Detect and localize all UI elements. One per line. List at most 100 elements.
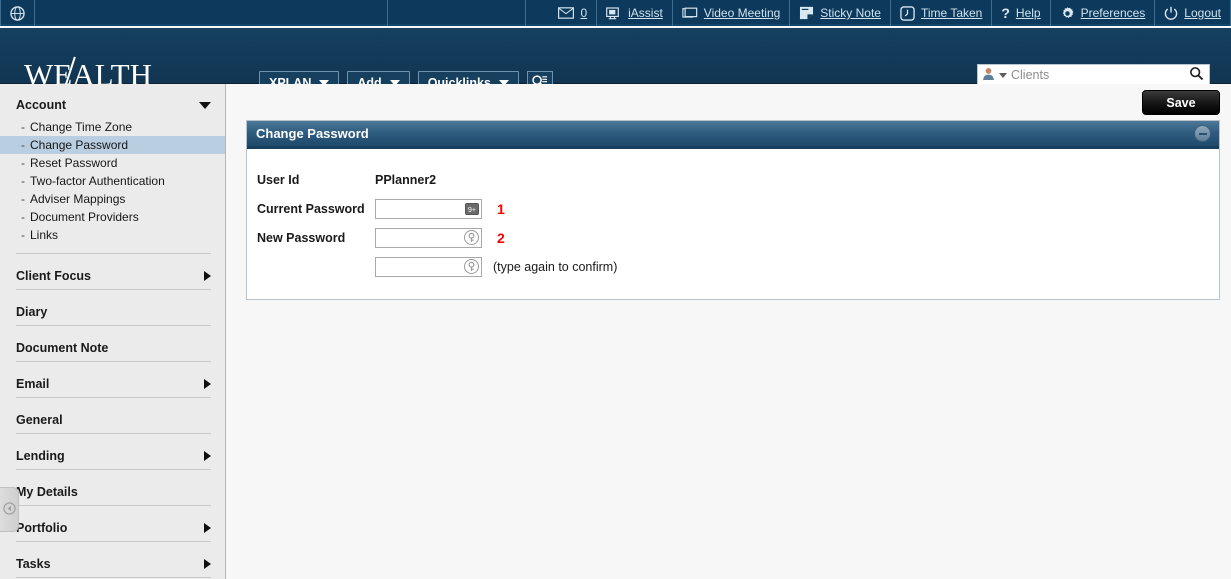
search-scope-chevron-down-icon[interactable] — [999, 72, 1007, 78]
bullet-dash-icon: - — [21, 174, 25, 188]
sidebar-group-label-diary: Diary — [16, 305, 48, 319]
globe-icon — [10, 5, 25, 21]
sidebar-item-label: Adviser Mappings — [30, 192, 126, 206]
sidebar-divider — [16, 469, 211, 470]
bullet-dash-icon: - — [21, 228, 25, 242]
row-new-password: New Password 2 — [247, 223, 1219, 252]
sidebar-group-portfolio[interactable]: Portfolio — [16, 515, 211, 541]
sidebar-item-label: Two-factor Authentication — [30, 174, 165, 188]
bullet-dash-icon: - — [21, 210, 25, 224]
mail-button[interactable]: 0 — [549, 0, 598, 26]
iassist-button[interactable]: iAssist — [597, 0, 673, 26]
chevron-right-icon — [204, 379, 211, 389]
topbar-flex-gap — [526, 0, 549, 24]
panel-body: User Id PPlanner2 Current Password 9+ 1 … — [247, 149, 1219, 299]
iassist-label[interactable]: iAssist — [628, 6, 663, 20]
sidebar-group-label-lending: Lending — [16, 449, 65, 463]
sidebar-item-label: Change Time Zone — [30, 120, 133, 134]
help-label[interactable]: Help — [1016, 6, 1041, 20]
sidebar-group-diary[interactable]: Diary — [16, 299, 211, 325]
page-root: 0 iAssist Video Meeting Sticky Note Time… — [0, 0, 1231, 579]
home-globe-button[interactable] — [0, 0, 35, 26]
sidebar-group-client-focus[interactable]: Client Focus — [16, 263, 211, 289]
sidebar-item-two-factor-authentication[interactable]: - Two-factor Authentication — [0, 172, 225, 190]
person-icon — [982, 67, 995, 84]
time-taken-button[interactable]: Time Taken — [891, 0, 993, 26]
sticky-note-button[interactable]: Sticky Note — [790, 0, 891, 26]
preferences-label[interactable]: Preferences — [1081, 6, 1146, 20]
sidebar-group-label-portfolio: Portfolio — [16, 521, 68, 535]
sidebar-divider — [16, 505, 211, 506]
sidebar-item-label: Document Providers — [30, 210, 139, 224]
confirm-password-input[interactable] — [375, 256, 482, 277]
sidebar-item-document-providers[interactable]: - Document Providers — [0, 208, 225, 226]
preferences-button[interactable]: Preferences — [1051, 0, 1156, 26]
new-password-input[interactable] — [375, 227, 482, 248]
video-meeting-label[interactable]: Video Meeting — [704, 6, 781, 20]
envelope-icon — [558, 7, 575, 19]
current-password-input[interactable]: 9+ — [375, 198, 482, 219]
time-taken-label[interactable]: Time Taken — [921, 6, 982, 20]
sidebar-list: Account - Change Time Zone - Change Pass… — [0, 92, 225, 579]
sidebar-group-my-details[interactable]: My Details — [16, 479, 211, 505]
password-manager-icon[interactable]: 9+ — [465, 202, 479, 215]
panel-header: Change Password — [247, 121, 1219, 149]
search-input[interactable]: Clients — [1011, 68, 1185, 82]
sidebar-divider — [16, 397, 211, 398]
row-confirm-password: (type again to confirm) — [247, 252, 1219, 281]
sidebar-group-label-client-focus: Client Focus — [16, 269, 92, 283]
magnifier-icon[interactable] — [1189, 66, 1204, 84]
key-circle-icon[interactable] — [464, 230, 479, 245]
sidebar-item-change-password[interactable]: - Change Password — [0, 136, 225, 154]
power-icon — [1164, 6, 1178, 21]
logout-label[interactable]: Logout — [1184, 6, 1221, 20]
bullet-dash-icon: - — [21, 138, 25, 152]
key-circle-icon[interactable] — [464, 259, 479, 274]
change-password-panel: Change Password User Id PPlanner2 Curren… — [246, 120, 1220, 300]
sidebar-divider — [16, 577, 211, 578]
sidebar-divider — [16, 325, 211, 326]
sticky-note-label[interactable]: Sticky Note — [820, 6, 881, 20]
user-id-label: User Id — [257, 172, 300, 187]
sidebar-item-adviser-mappings[interactable]: - Adviser Mappings — [0, 190, 225, 208]
sidebar-item-links[interactable]: - Links — [0, 226, 225, 244]
top-utility-bar: 0 iAssist Video Meeting Sticky Note Time… — [0, 0, 1231, 26]
sidebar-group-account[interactable]: Account — [16, 92, 211, 118]
sidebar-group-general[interactable]: General — [16, 407, 211, 433]
user-id-value: PPlanner2 — [375, 172, 437, 187]
sticky-note-icon — [799, 6, 814, 20]
search-box[interactable]: Clients — [977, 64, 1210, 86]
sidebar-group-label-tasks: Tasks — [16, 557, 51, 571]
main-content: Save Change Password User Id PPlanner2 C… — [227, 84, 1231, 579]
confirm-password-hint: (type again to confirm) — [493, 259, 618, 274]
sidebar-group-tasks[interactable]: Tasks — [16, 551, 211, 577]
current-password-label: Current Password — [257, 201, 365, 216]
new-password-label: New Password — [257, 230, 346, 245]
save-button[interactable]: Save — [1142, 90, 1220, 115]
sidebar-group-lending[interactable]: Lending — [16, 443, 211, 469]
chevron-right-icon — [204, 523, 211, 533]
chevron-right-icon — [204, 451, 211, 461]
sidebar-collapse-handle[interactable] — [0, 487, 19, 532]
bullet-dash-icon: - — [21, 156, 25, 170]
sidebar-group-label-account: Account — [16, 98, 66, 112]
sidebar-divider — [16, 253, 211, 254]
video-meeting-button[interactable]: Video Meeting — [673, 0, 791, 26]
sidebar-group-email[interactable]: Email — [16, 371, 211, 397]
topbar-gap-1 — [35, 0, 388, 26]
mail-count[interactable]: 0 — [580, 6, 587, 20]
sidebar-item-reset-password[interactable]: - Reset Password — [0, 154, 225, 172]
sidebar-group-document-note[interactable]: Document Note — [16, 335, 211, 361]
help-button[interactable]: ? Help — [992, 0, 1051, 26]
sidebar-item-change-time-zone[interactable]: - Change Time Zone — [0, 118, 225, 136]
sidebar-item-label: Change Password — [30, 138, 129, 152]
sidebar-divider — [16, 289, 211, 290]
bullet-dash-icon: - — [21, 120, 25, 134]
panel-title: Change Password — [256, 126, 369, 141]
video-icon — [682, 7, 698, 20]
sidebar-item-label: Links — [30, 228, 59, 242]
sidebar: Account - Change Time Zone - Change Pass… — [0, 84, 226, 579]
sidebar-group-label-document-note: Document Note — [16, 341, 109, 355]
logout-button[interactable]: Logout — [1155, 0, 1231, 26]
minus-circle-icon[interactable] — [1194, 125, 1211, 142]
